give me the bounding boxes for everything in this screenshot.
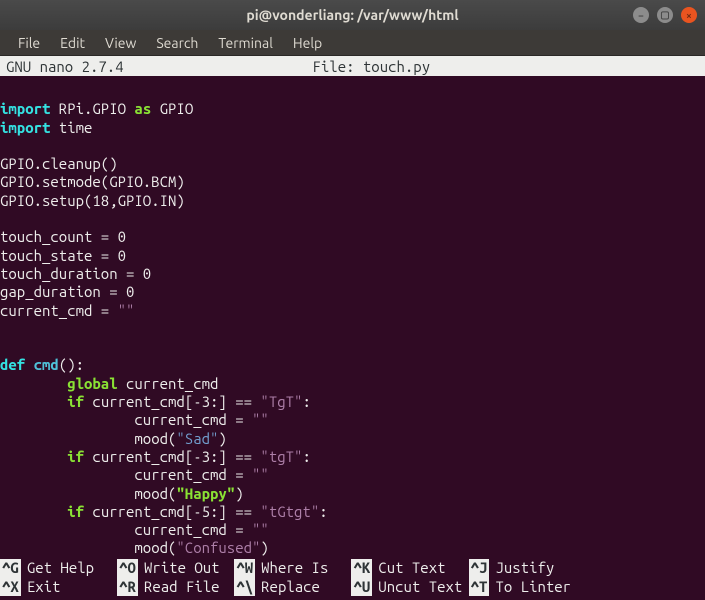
minimize-button[interactable]: − — [633, 7, 649, 23]
menu-view[interactable]: View — [95, 32, 146, 54]
shortcut-uncut-text[interactable]: ^UUncut Text — [351, 578, 468, 596]
window-titlebar: pi@vonderliang: /var/www/html − ▢ × — [0, 0, 705, 30]
nano-file-label: File: touch.py — [124, 58, 619, 75]
shortcut-cut-text[interactable]: ^KCut Text — [351, 559, 468, 577]
nano-header: GNU nano 2.7.4 File: touch.py — [0, 56, 705, 76]
close-button[interactable]: × — [681, 7, 697, 23]
window-title: pi@vonderliang: /var/www/html — [246, 7, 458, 23]
shortcut-read-file[interactable]: ^RRead File — [117, 578, 234, 596]
shortcut-exit[interactable]: ^XExit — [0, 578, 117, 596]
menu-search[interactable]: Search — [146, 32, 208, 54]
shortcut-where-is[interactable]: ^WWhere Is — [234, 559, 351, 577]
nano-shortcuts: ^GGet Help ^OWrite Out ^WWhere Is ^KCut … — [0, 559, 705, 600]
menu-file[interactable]: File — [8, 32, 50, 54]
shortcut-get-help[interactable]: ^GGet Help — [0, 559, 117, 577]
shortcut-replace[interactable]: ^\Replace — [234, 578, 351, 596]
terminal-editor[interactable]: import RPi.GPIO as GPIO import time GPIO… — [0, 76, 705, 559]
shortcut-to-linter[interactable]: ^TTo Linter — [469, 578, 586, 596]
maximize-button[interactable]: ▢ — [657, 7, 673, 23]
menu-edit[interactable]: Edit — [50, 32, 95, 54]
menu-terminal[interactable]: Terminal — [208, 32, 283, 54]
window-controls: − ▢ × — [633, 7, 697, 23]
nano-version: GNU nano 2.7.4 — [6, 58, 124, 75]
shortcut-write-out[interactable]: ^OWrite Out — [117, 559, 234, 577]
menu-help[interactable]: Help — [283, 32, 332, 54]
shortcut-justify[interactable]: ^JJustify — [469, 559, 586, 577]
menubar: File Edit View Search Terminal Help — [0, 30, 705, 56]
